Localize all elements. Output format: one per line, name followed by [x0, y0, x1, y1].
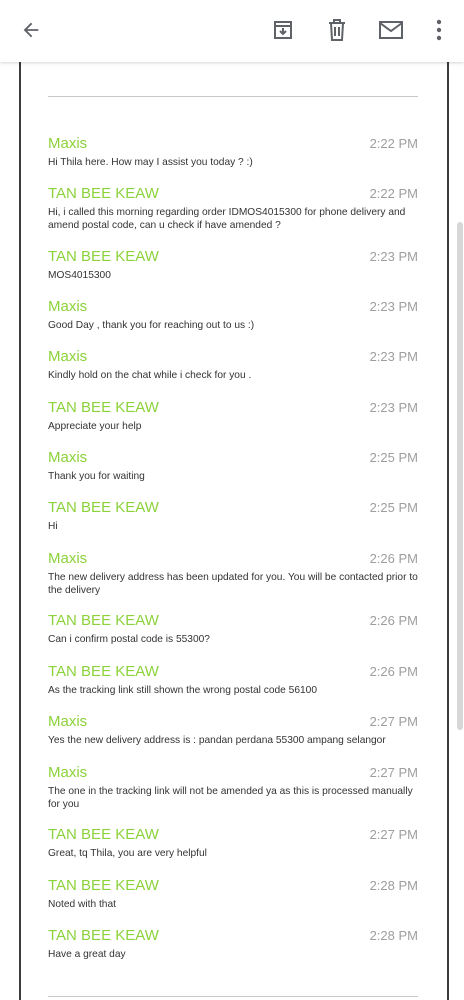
message-sender: TAN BEE KEAW — [48, 612, 159, 629]
mail-icon — [379, 21, 403, 39]
message-time: 2:25 PM — [369, 500, 418, 515]
message-sender: TAN BEE KEAW — [48, 826, 159, 843]
message-sender: Maxis — [48, 550, 88, 567]
archive-icon — [274, 21, 292, 39]
chat-message: Maxis 2:23 PM Good Day , thank you for re… — [48, 298, 420, 333]
message-sender: TAN BEE KEAW — [48, 499, 159, 516]
message-time: 2:28 PM — [369, 878, 418, 893]
message-text: Great, tq Thila, you are very helpful — [48, 848, 207, 859]
scrollbar[interactable] — [457, 222, 463, 730]
message-text: MOS4015300 — [48, 270, 111, 281]
message-sender: TAN BEE KEAW — [48, 663, 159, 680]
message-text: Can i confirm postal code is 55300? — [48, 634, 210, 645]
more-vertical-icon — [436, 19, 442, 41]
message-sender: Maxis — [48, 713, 88, 730]
message-sender: TAN BEE KEAW — [48, 927, 159, 944]
message-text: The new delivery address has been update… — [48, 572, 418, 596]
message-text: Good Day , thank you for reaching out to… — [48, 320, 255, 331]
chat-message: TAN BEE KEAW 2:25 PM Hi — [48, 499, 420, 534]
chat-message: Maxis 2:22 PM Hi Thila here. How may I as… — [48, 135, 420, 170]
divider — [48, 996, 418, 997]
message-sender: Maxis — [48, 348, 88, 365]
chat-message: TAN BEE KEAW 2:23 PM MOS4015300 — [48, 248, 420, 283]
chat-message: Maxis 2:26 PM The new delivery address ha… — [48, 550, 420, 597]
chat-message: Maxis 2:27 PM Yes the new delivery addres… — [48, 713, 420, 748]
message-text: Thank you for waiting — [48, 471, 145, 482]
message-sender: Maxis — [48, 449, 88, 466]
message-text: Kindly hold on the chat while i check fo… — [48, 370, 252, 381]
message-time: 2:26 PM — [369, 551, 418, 566]
message-time: 2:22 PM — [369, 136, 418, 151]
message-text: Hi — [48, 521, 58, 532]
message-sender: TAN BEE KEAW — [48, 877, 159, 894]
message-time: 2:23 PM — [369, 349, 418, 364]
mark-unread-button[interactable] — [376, 15, 406, 45]
chat-message: Maxis 2:25 PM Thank you for waiting — [48, 449, 420, 484]
message-text: As the tracking link still shown the wro… — [48, 685, 317, 696]
message-sender: TAN BEE KEAW — [48, 399, 159, 416]
chat-message: TAN BEE KEAW 2:26 PM Can i confirm postal… — [48, 612, 420, 647]
message-time: 2:23 PM — [369, 299, 418, 314]
chat-message: TAN BEE KEAW 2:28 PM Have a great day — [48, 927, 420, 962]
message-text: Appreciate your help — [48, 421, 142, 432]
arrow-left-icon — [23, 22, 39, 38]
message-text: Have a great day — [48, 949, 126, 960]
archive-button[interactable] — [268, 15, 298, 45]
message-time: 2:27 PM — [369, 765, 418, 780]
message-time: 2:25 PM — [369, 450, 418, 465]
message-sender: Maxis — [48, 135, 88, 152]
message-text: Yes the new delivery address is : pandan… — [48, 735, 386, 746]
message-time: 2:23 PM — [369, 400, 418, 415]
message-sender: Maxis — [48, 298, 88, 315]
message-text: The one in the tracking link will not be… — [48, 786, 413, 810]
chat-message: TAN BEE KEAW 2:27 PM Great, tq Thila, you… — [48, 826, 420, 861]
message-time: 2:22 PM — [369, 186, 418, 201]
delete-button[interactable] — [322, 15, 352, 45]
chat-message: TAN BEE KEAW 2:26 PM As the tracking link… — [48, 663, 420, 698]
message-time: 2:27 PM — [369, 827, 418, 842]
message-time: 2:26 PM — [369, 613, 418, 628]
top-app-bar — [0, 0, 464, 62]
message-sender: Maxis — [48, 764, 88, 781]
message-text: Hi, i called this morning regarding orde… — [48, 207, 406, 231]
chat-message: TAN BEE KEAW 2:28 PM Noted with that — [48, 877, 420, 912]
message-sender: TAN BEE KEAW — [48, 248, 159, 265]
back-button[interactable] — [16, 15, 46, 45]
trash-icon — [329, 19, 345, 41]
more-options-button[interactable] — [424, 15, 454, 45]
message-time: 2:23 PM — [369, 249, 418, 264]
message-time: 2:28 PM — [369, 928, 418, 943]
chat-message: Maxis 2:23 PM Kindly hold on the chat whi… — [48, 348, 420, 383]
divider — [48, 96, 418, 97]
message-text: Hi Thila here. How may I assist you toda… — [48, 157, 253, 168]
message-text: Noted with that — [48, 899, 116, 910]
chat-message: TAN BEE KEAW 2:22 PM Hi, i called this mo… — [48, 185, 420, 232]
message-sender: TAN BEE KEAW — [48, 185, 159, 202]
message-time: 2:26 PM — [369, 664, 418, 679]
message-time: 2:27 PM — [369, 714, 418, 729]
chat-message: TAN BEE KEAW 2:23 PM Appreciate your help — [48, 399, 420, 434]
chat-message: Maxis 2:27 PM The one in the tracking lin… — [48, 764, 420, 811]
